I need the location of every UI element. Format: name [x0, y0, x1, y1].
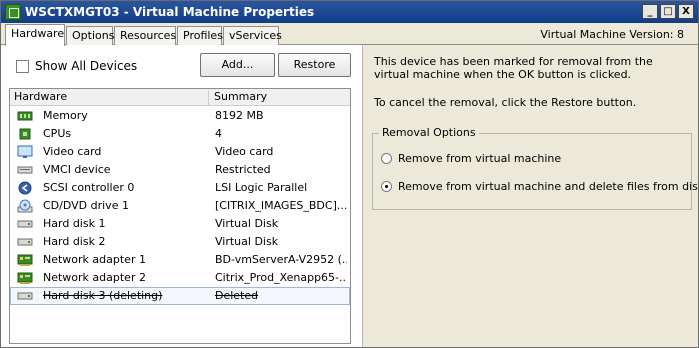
tab-content: Show All Devices Add... Restore Hardware…: [1, 45, 699, 347]
network-adapter-icon: [17, 272, 33, 284]
tab-options[interactable]: Options: [66, 26, 114, 45]
video-card-icon: [17, 145, 33, 158]
column-header-summary[interactable]: Summary: [210, 90, 350, 105]
vsphere-app-icon: [5, 4, 21, 20]
device-details-panel: This device has been marked for removal …: [364, 45, 699, 347]
row-hardware-name: CPUs: [43, 127, 72, 140]
cancel-removal-message: To cancel the removal, click the Restore…: [374, 96, 637, 109]
tab-profiles[interactable]: Profiles: [177, 26, 223, 45]
column-header-hardware[interactable]: Hardware: [10, 90, 209, 105]
table-row[interactable]: SCSI controller 0 LSI Logic Parallel: [10, 179, 350, 197]
row-summary: LSI Logic Parallel: [215, 181, 308, 194]
table-row[interactable]: Hard disk 1 Virtual Disk: [10, 215, 350, 233]
table-row[interactable]: VMCI device Restricted: [10, 161, 350, 179]
restore-button[interactable]: Restore: [278, 53, 351, 77]
table-row[interactable]: CPUs 4: [10, 125, 350, 143]
show-all-devices-label[interactable]: Show All Devices: [35, 59, 137, 73]
row-hardware-name: Hard disk 1: [43, 217, 106, 230]
tab-resources[interactable]: Resources: [114, 26, 176, 45]
cpu-icon: [19, 128, 31, 140]
table-row[interactable]: Network adapter 2 Citrix_Prod_Xenapp65-.…: [10, 269, 350, 287]
row-summary: Citrix_Prod_Xenapp65-...: [215, 271, 347, 284]
row-hardware-name: Hard disk 3 (deleting): [43, 289, 163, 302]
tab-vservices[interactable]: vServices: [223, 26, 282, 45]
window-title: WSCTXMGT03 - Virtual Machine Properties: [25, 5, 315, 19]
table-row-selected[interactable]: Hard disk 3 (deleting) Deleted: [10, 287, 350, 305]
row-summary: 4: [215, 127, 222, 140]
vm-properties-window: WSCTXMGT03 - Virtual Machine Properties …: [0, 0, 699, 348]
row-hardware-name: VMCI device: [43, 163, 111, 176]
hard-disk-icon: [17, 220, 33, 228]
window-controls: _ □ X: [642, 4, 694, 19]
cd-dvd-drive-icon: [17, 199, 33, 213]
title-bar[interactable]: WSCTXMGT03 - Virtual Machine Properties …: [1, 1, 698, 23]
table-row[interactable]: CD/DVD drive 1 [CITRIX_IMAGES_BDC]...: [10, 197, 350, 215]
hardware-table: Hardware Summary Memory 8192 MB CPUs 4 V…: [9, 88, 351, 344]
hard-disk-icon: [17, 238, 33, 246]
table-header: Hardware Summary: [10, 89, 350, 106]
row-hardware-name: Memory: [43, 109, 88, 122]
row-summary: Deleted: [215, 289, 259, 302]
removal-message: This device has been marked for removal …: [374, 55, 653, 81]
row-hardware-name: Video card: [43, 145, 102, 158]
memory-icon: [17, 111, 33, 121]
row-hardware-name: SCSI controller 0: [43, 181, 135, 194]
tab-hardware[interactable]: Hardware: [5, 24, 65, 46]
network-adapter-icon: [17, 254, 33, 266]
maximize-button[interactable]: □: [660, 4, 676, 19]
row-summary: BD-vmServerA-V2952 (...: [215, 253, 347, 266]
row-summary: 8192 MB: [215, 109, 264, 122]
show-all-devices-checkbox[interactable]: [16, 60, 29, 73]
vmci-device-icon: [17, 166, 33, 174]
removal-options-group: Removal Options Remove from virtual mach…: [372, 126, 699, 210]
row-hardware-name: CD/DVD drive 1: [43, 199, 129, 212]
scsi-controller-icon: [18, 181, 32, 195]
row-summary: Virtual Disk: [215, 235, 279, 248]
table-row[interactable]: Memory 8192 MB: [10, 107, 350, 125]
table-row[interactable]: Video card Video card: [10, 143, 350, 161]
remove-from-vm-label[interactable]: Remove from virtual machine: [398, 152, 561, 165]
minimize-button[interactable]: _: [642, 4, 658, 19]
table-row[interactable]: Hard disk 2 Virtual Disk: [10, 233, 350, 251]
remove-and-delete-label[interactable]: Remove from virtual machine and delete f…: [398, 180, 699, 193]
vm-version-label: Virtual Machine Version: 8: [540, 28, 684, 41]
remove-from-vm-radio[interactable]: [381, 153, 392, 164]
remove-and-delete-radio[interactable]: [381, 181, 392, 192]
removal-options-title: Removal Options: [379, 126, 479, 139]
row-hardware-name: Network adapter 2: [43, 271, 146, 284]
hard-disk-icon: [17, 292, 33, 300]
row-summary: Restricted: [215, 163, 271, 176]
hardware-panel: Show All Devices Add... Restore Hardware…: [1, 45, 363, 347]
add-button[interactable]: Add...: [200, 53, 275, 77]
table-row[interactable]: Network adapter 1 BD-vmServerA-V2952 (..…: [10, 251, 350, 269]
row-hardware-name: Network adapter 1: [43, 253, 146, 266]
row-summary: [CITRIX_IMAGES_BDC]...: [215, 199, 347, 212]
close-button[interactable]: X: [678, 4, 694, 19]
row-summary: Video card: [215, 145, 274, 158]
row-hardware-name: Hard disk 2: [43, 235, 106, 248]
row-summary: Virtual Disk: [215, 217, 279, 230]
